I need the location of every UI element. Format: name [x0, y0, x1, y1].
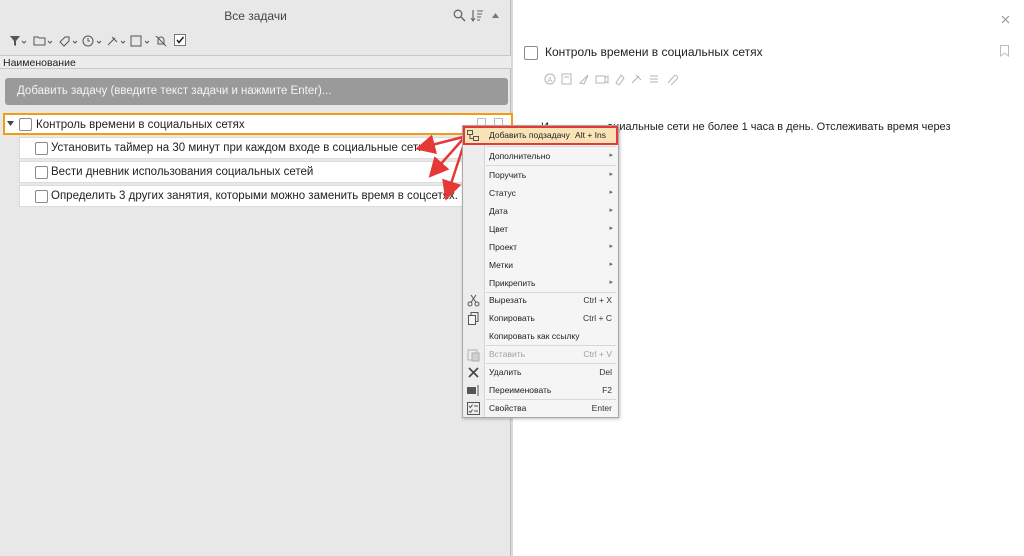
- menu-item-label: Метки: [489, 260, 513, 270]
- menu-item-label: Переименовать: [489, 385, 552, 395]
- rename-icon: [467, 385, 479, 396]
- submenu-arrow-icon: ▸: [609, 207, 613, 214]
- menu-item-shortcut: Ctrl + V: [583, 349, 612, 359]
- menu-item-status[interactable]: Статус ▸: [484, 184, 618, 202]
- menu-item-shortcut: Ctrl + X: [583, 295, 612, 305]
- menu-item-label: Копировать: [489, 313, 535, 323]
- menu-item-attach[interactable]: Прикрепить ▸: [484, 274, 618, 292]
- menu-item-label: Поручить: [489, 170, 527, 180]
- menu-item-shortcut: Del: [599, 367, 612, 377]
- context-menu: Добавить подзадачу Alt + Ins Дополнитель…: [462, 125, 619, 418]
- menu-item-label: Дата: [489, 206, 508, 216]
- menu-item-label: Вставить: [489, 349, 526, 359]
- menu-item-label: Свойства: [489, 403, 527, 413]
- properties-icon: [467, 402, 480, 415]
- menu-item-label: Проект: [489, 242, 517, 252]
- menu-item-copy[interactable]: Копировать Ctrl + C: [484, 309, 618, 327]
- menu-item-color[interactable]: Цвет ▸: [484, 220, 618, 238]
- menu-item-label: Дополнительно: [489, 151, 551, 161]
- menu-item-shortcut: F2: [602, 385, 612, 395]
- submenu-arrow-icon: ▸: [609, 152, 613, 159]
- copy-icon: [468, 312, 479, 325]
- delete-icon: [468, 367, 479, 378]
- submenu-arrow-icon: ▸: [609, 225, 613, 232]
- menu-item-paste: Вставить Ctrl + V: [484, 345, 618, 363]
- menu-item-label: Вырезать: [489, 295, 527, 305]
- menu-item-label: Статус: [489, 188, 516, 198]
- menu-item-shortcut: Alt + Ins: [575, 130, 606, 140]
- submenu-arrow-icon: ▸: [609, 261, 613, 268]
- add-subtask-icon: [467, 130, 479, 141]
- menu-item-date[interactable]: Дата ▸: [484, 202, 618, 220]
- menu-item-copy-link[interactable]: Копировать как ссылку: [484, 327, 618, 345]
- scissors-icon: [467, 294, 480, 307]
- menu-item-label: Копировать как ссылку: [489, 331, 580, 341]
- submenu-arrow-icon: ▸: [609, 279, 613, 286]
- submenu-arrow-icon: ▸: [609, 171, 613, 178]
- menu-item-rename[interactable]: Переименовать F2: [484, 381, 618, 399]
- menu-item-label: Цвет: [489, 224, 509, 234]
- menu-item-label: Удалить: [489, 367, 522, 377]
- menu-item-cut[interactable]: Вырезать Ctrl + X: [484, 291, 618, 309]
- submenu-arrow-icon: ▸: [609, 243, 613, 250]
- submenu-arrow-icon: ▸: [609, 189, 613, 196]
- menu-item-project[interactable]: Проект ▸: [484, 238, 618, 256]
- menu-item-assign[interactable]: Поручить ▸: [484, 166, 618, 184]
- menu-item-properties[interactable]: Свойства Enter: [484, 399, 618, 417]
- menu-item-add-subtask[interactable]: Добавить подзадачу Alt + Ins: [463, 126, 618, 145]
- menu-item-delete[interactable]: Удалить Del: [484, 363, 618, 381]
- menu-item-label: Добавить подзадачу: [489, 130, 570, 140]
- paste-icon: [467, 349, 480, 362]
- menu-item-shortcut: Ctrl + C: [582, 313, 612, 323]
- menu-item-shortcut: Enter: [591, 403, 612, 413]
- menu-item-more[interactable]: Дополнительно ▸: [484, 147, 618, 165]
- menu-item-label: Прикрепить: [489, 278, 536, 288]
- menu-item-tags[interactable]: Метки ▸: [484, 256, 618, 274]
